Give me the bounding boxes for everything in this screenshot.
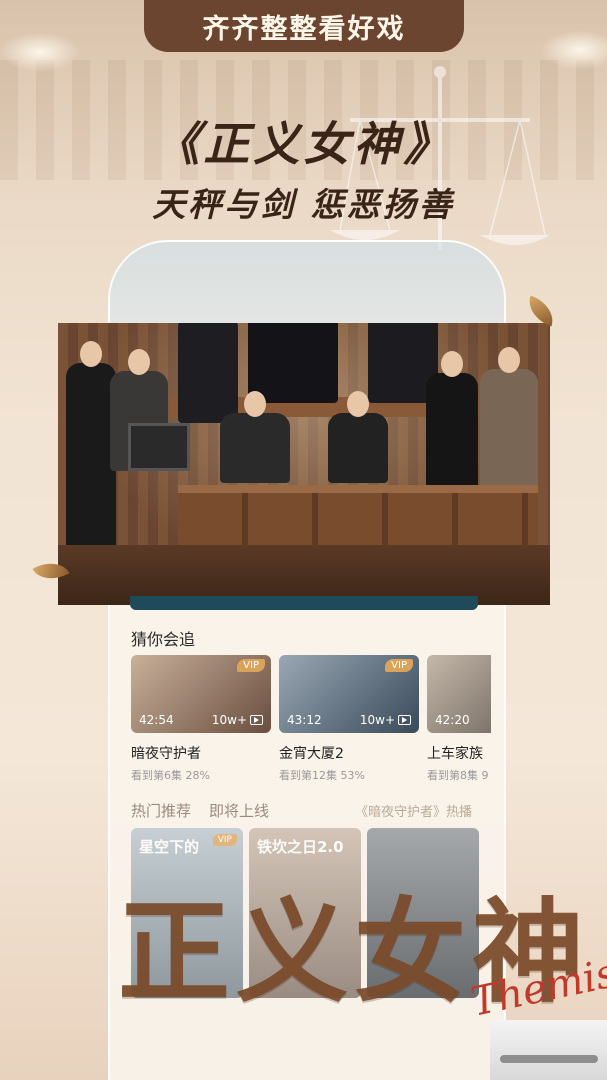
- content-tabs: 热门推荐 即将上线: [131, 800, 269, 821]
- show-title: 《正义女神》: [153, 117, 454, 171]
- vip-badge: VIP: [385, 659, 413, 672]
- watermark-mountain: [500, 1055, 598, 1063]
- wall-lamp-left: [0, 32, 80, 72]
- vip-badge: VIP: [212, 834, 237, 846]
- watermark-corner: [490, 1020, 607, 1080]
- video-title[interactable]: 上车家族: [427, 743, 491, 763]
- video-card[interactable]: 42:20 上车家族 看到第8集 9: [427, 655, 491, 783]
- video-card[interactable]: VIP 43:12 10w+ 金宵大厦2 看到第12集 53%: [279, 655, 419, 783]
- play-icon: [250, 715, 263, 725]
- video-title[interactable]: 暗夜守护者: [131, 743, 271, 763]
- watch-progress: 看到第12集 53%: [279, 769, 365, 782]
- vip-badge: VIP: [237, 659, 265, 672]
- cast-member: [248, 323, 338, 403]
- hero-frame-edge: [130, 596, 478, 610]
- video-title[interactable]: 金宵大厦2: [279, 743, 419, 763]
- tab-upcoming[interactable]: 即将上线: [209, 800, 269, 821]
- cast-member: [66, 341, 116, 573]
- play-count-value: 10w+: [211, 713, 247, 727]
- recommend-title: 铁坎之日2.0: [257, 838, 344, 856]
- top-banner-text: 齐齐整整看好戏: [202, 13, 406, 45]
- cast-member: [220, 391, 290, 483]
- play-count: 10w+: [212, 713, 263, 727]
- cast-member: [328, 391, 388, 483]
- computer-monitor: [128, 423, 190, 471]
- cast-member: [178, 323, 238, 423]
- hero-cast-image[interactable]: [58, 323, 550, 605]
- play-count-value: 10w+: [359, 713, 395, 727]
- video-duration: 43:12: [287, 713, 322, 727]
- watch-progress: 看到第8集 9: [427, 769, 489, 782]
- tab-hot-recommend[interactable]: 热门推荐: [131, 800, 191, 821]
- now-showing-promo[interactable]: 《暗夜守护者》热播: [355, 801, 472, 820]
- video-duration: 42:54: [139, 713, 174, 727]
- guess-section-title: 猜你会追: [131, 630, 196, 649]
- recommend-title: 星空下的: [139, 838, 200, 856]
- butterfly-icon: [523, 295, 559, 327]
- video-duration: 42:20: [435, 713, 470, 727]
- top-banner: 齐齐整整看好戏: [144, 0, 464, 52]
- show-slogan: 天秤与剑 惩恶扬善: [152, 185, 455, 224]
- video-card[interactable]: VIP 42:54 10w+ 暗夜守护者 看到第6集 28%: [131, 655, 271, 783]
- watch-progress: 看到第6集 28%: [131, 769, 210, 782]
- video-thumbnail[interactable]: VIP 42:54 10w+: [131, 655, 271, 733]
- video-thumbnail[interactable]: 42:20: [427, 655, 491, 733]
- play-icon: [398, 715, 411, 725]
- play-count: 10w+: [360, 713, 411, 727]
- video-thumbnail[interactable]: VIP 43:12 10w+: [279, 655, 419, 733]
